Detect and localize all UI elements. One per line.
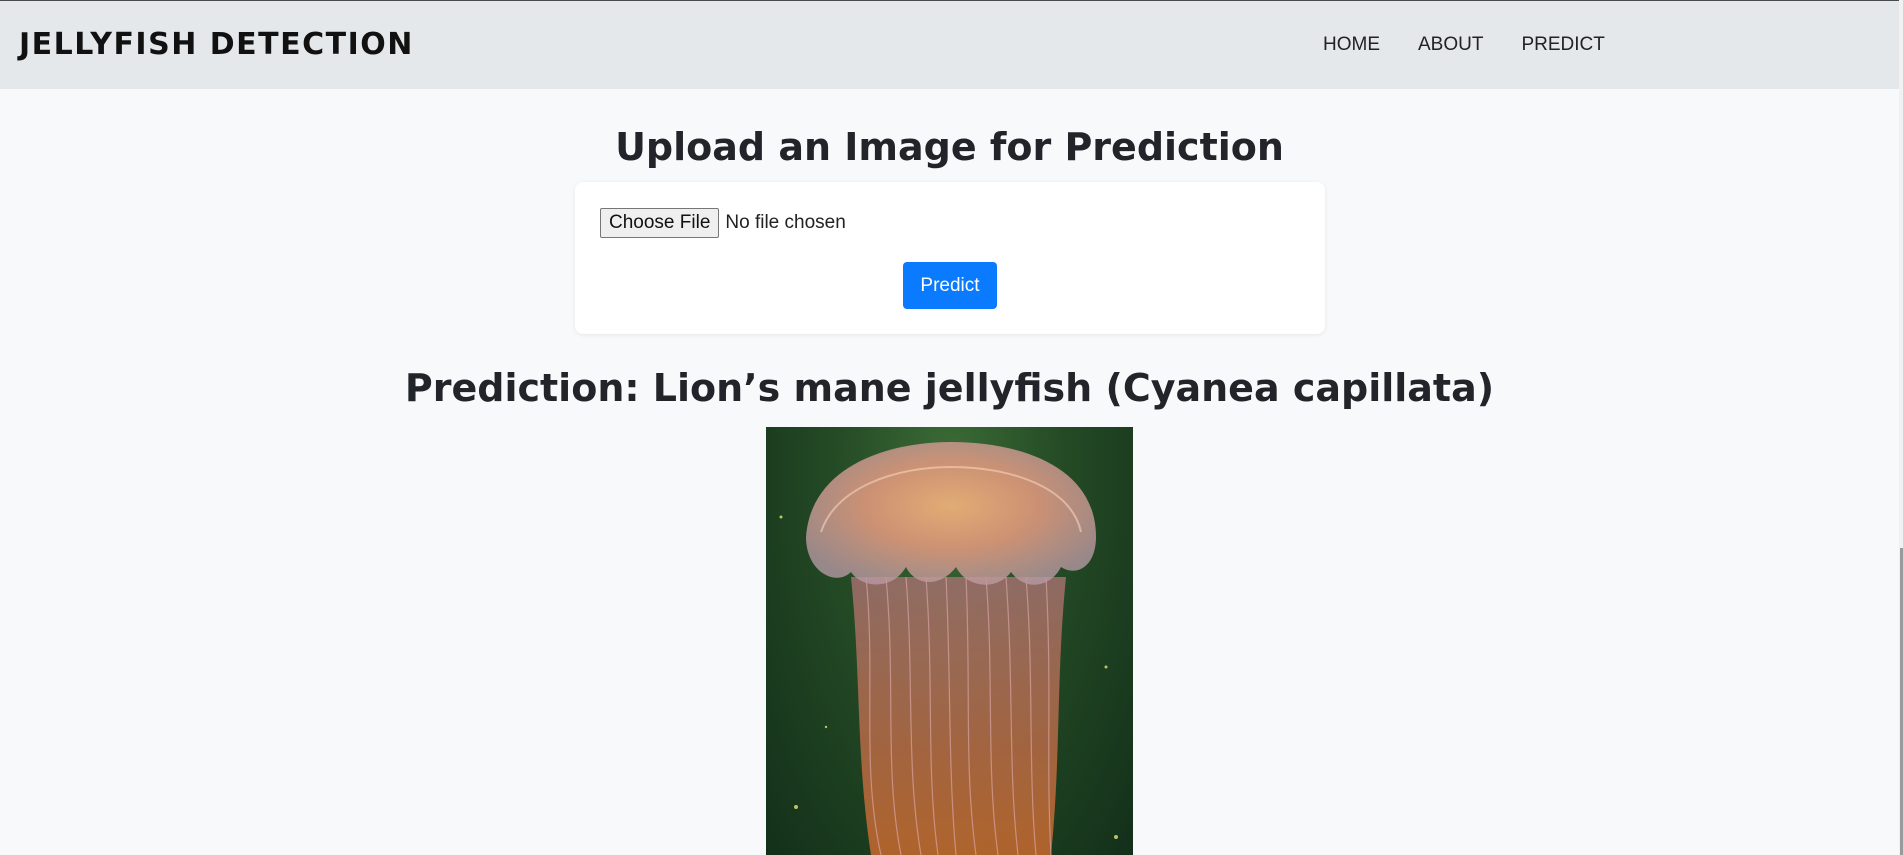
prediction-result-title: Prediction: Lion’s mane jellyfish (Cyane… bbox=[404, 366, 1495, 410]
brand-title[interactable]: JELLYFISH DETECTION bbox=[19, 27, 414, 62]
upload-card: Choose File No file chosen Predict bbox=[575, 182, 1325, 334]
nav-link-predict[interactable]: PREDICT bbox=[1521, 34, 1604, 56]
file-status-text: No file chosen bbox=[725, 212, 846, 233]
choose-file-button[interactable]: Choose File bbox=[600, 208, 720, 238]
nav-links: HOME ABOUT PREDICT bbox=[1323, 34, 1643, 56]
jellyfish-illustration bbox=[779, 442, 1118, 855]
nav-link-about[interactable]: ABOUT bbox=[1418, 34, 1483, 56]
file-input[interactable]: Choose File No file chosen bbox=[600, 208, 846, 238]
jellyfish-image bbox=[766, 427, 1133, 855]
predict-button[interactable]: Predict bbox=[903, 262, 997, 309]
nav-link-home[interactable]: HOME bbox=[1323, 34, 1380, 56]
navbar: JELLYFISH DETECTION HOME ABOUT PREDICT bbox=[0, 1, 1899, 89]
upload-title: Upload an Image for Prediction bbox=[615, 125, 1284, 169]
